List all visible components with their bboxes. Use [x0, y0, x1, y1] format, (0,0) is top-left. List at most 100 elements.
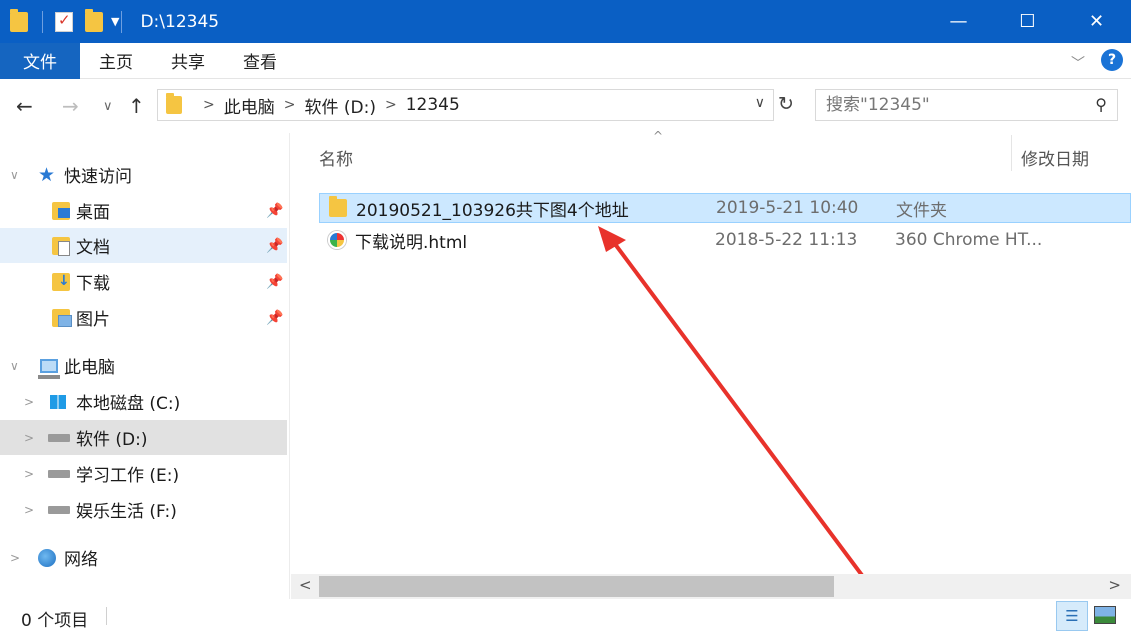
details-view-icon[interactable]: ☰	[1056, 601, 1088, 631]
refresh-icon[interactable]: ↻	[778, 93, 794, 115]
nav-drive-f[interactable]: > 娱乐生活 (F:)	[0, 492, 287, 527]
nav-label: 软件 (D:)	[76, 430, 148, 450]
collapse-chevron-icon[interactable]: ∨	[10, 359, 19, 373]
file-type: 360 Chrome HT...	[895, 230, 1043, 250]
expand-chevron-icon[interactable]: >	[24, 395, 34, 409]
file-name: 下载说明.html	[355, 232, 468, 253]
folder-icon	[10, 8, 28, 32]
tab-home[interactable]: 主页	[80, 43, 152, 79]
expand-chevron-icon[interactable]: >	[24, 431, 34, 445]
nav-label: 娱乐生活 (F:)	[76, 502, 177, 522]
minimize-button[interactable]: —	[924, 0, 993, 43]
tab-view[interactable]: 查看	[224, 43, 296, 79]
windows-drive-icon	[50, 394, 66, 409]
maximize-button[interactable]: ☐	[993, 0, 1062, 43]
nav-label: 桌面	[76, 203, 110, 223]
recent-locations-dropdown-icon[interactable]: ∨	[103, 99, 113, 114]
column-header-name[interactable]: 名称	[319, 145, 353, 170]
nav-item-downloads[interactable]: 下载 📌	[0, 264, 287, 299]
tab-share[interactable]: 共享	[152, 43, 224, 79]
address-bar[interactable]: > 此电脑 > 软件 (D:) > 12345 ∨	[157, 89, 774, 121]
pin-icon[interactable]: 📌	[266, 274, 283, 290]
table-row[interactable]: 20190521_103926共下图4个地址 2019-5-21 10:40 文…	[319, 193, 1131, 223]
close-button[interactable]: ✕	[1062, 0, 1131, 43]
navigation-pane: ∨ ★ 快速访问 桌面 📌 文档 📌 下载 📌 图片 📌 ∨ 此电脑 > 本地磁…	[0, 133, 290, 599]
pictures-folder-icon	[52, 308, 72, 327]
properties-icon[interactable]	[55, 11, 73, 32]
address-history-dropdown-icon[interactable]: ∨	[755, 95, 765, 111]
up-arrow-icon[interactable]: ↑	[128, 94, 145, 118]
file-name: 20190521_103926共下图4个地址	[356, 200, 629, 221]
tab-file[interactable]: 文件	[0, 42, 80, 79]
ribbon-tabs: 文件 主页 共享 查看 ﹀ ?	[0, 42, 1131, 79]
nav-item-documents[interactable]: 文档 📌	[0, 228, 287, 263]
file-date: 2018-5-22 11:13	[715, 230, 858, 250]
column-divider[interactable]	[1011, 135, 1012, 171]
nav-this-pc[interactable]: ∨ 此电脑	[0, 348, 287, 383]
nav-label: 网络	[64, 550, 98, 570]
chevron-right-icon[interactable]: >	[284, 97, 296, 113]
pin-icon[interactable]: 📌	[266, 310, 283, 326]
back-arrow-icon[interactable]: ←	[16, 94, 33, 118]
column-header-date[interactable]: 修改日期	[1021, 145, 1089, 170]
quick-access-toolbar: ▼	[0, 0, 134, 43]
folder-icon	[329, 196, 347, 217]
nav-drive-e[interactable]: > 学习工作 (E:)	[0, 456, 287, 491]
downloads-folder-icon	[52, 272, 70, 291]
large-icons-view-icon[interactable]	[1094, 606, 1116, 624]
expand-ribbon-chevron-icon[interactable]: ﹀	[1071, 53, 1085, 72]
breadcrumb-12345[interactable]: 12345	[406, 95, 460, 115]
nav-item-pictures[interactable]: 图片 📌	[0, 300, 287, 335]
nav-label: 此电脑	[64, 358, 115, 378]
file-date: 2019-5-21 10:40	[716, 198, 859, 218]
pin-icon[interactable]: 📌	[266, 238, 283, 254]
search-box[interactable]: ⚲	[815, 89, 1118, 121]
scroll-left-icon[interactable]: <	[299, 576, 312, 594]
help-icon[interactable]: ?	[1101, 49, 1123, 71]
status-divider	[106, 607, 107, 625]
collapse-chevron-icon[interactable]: ∨	[10, 168, 19, 182]
nav-drive-d[interactable]: > 软件 (D:)	[0, 420, 287, 455]
star-icon: ★	[38, 163, 56, 186]
drive-icon	[48, 506, 70, 514]
search-icon[interactable]: ⚲	[1095, 95, 1107, 114]
item-count: 0 个项目	[21, 611, 89, 631]
network-icon	[38, 548, 56, 567]
pin-icon[interactable]: 📌	[266, 203, 283, 219]
search-input[interactable]	[826, 95, 1076, 115]
table-row[interactable]: 下载说明.html 2018-5-22 11:13 360 Chrome HT.…	[319, 225, 1131, 255]
customize-toolbar-dropdown-icon[interactable]: ▼	[111, 15, 119, 28]
breadcrumb-drive-d[interactable]: 软件 (D:)	[304, 93, 376, 118]
expand-chevron-icon[interactable]: >	[24, 467, 34, 481]
file-type: 文件夹	[896, 200, 947, 221]
sort-ascending-icon: ^	[653, 129, 664, 143]
chevron-right-icon[interactable]: >	[385, 97, 397, 113]
scroll-right-icon[interactable]: >	[1108, 576, 1121, 594]
nav-item-desktop[interactable]: 桌面 📌	[0, 193, 287, 228]
nav-label: 快速访问	[64, 167, 132, 187]
folder-icon	[166, 93, 182, 114]
nav-label: 下载	[76, 274, 110, 294]
desktop-folder-icon	[52, 201, 70, 220]
computer-icon	[38, 358, 60, 379]
chevron-right-icon[interactable]: >	[203, 97, 215, 113]
nav-drive-c[interactable]: > 本地磁盘 (C:)	[0, 384, 287, 419]
drive-icon	[48, 434, 70, 442]
title-bar: ▼ D:\12345 — ☐ ✕	[0, 0, 1131, 43]
forward-arrow-icon[interactable]: →	[62, 94, 79, 118]
navigation-bar: ← → ∨ ↑ > 此电脑 > 软件 (D:) > 12345 ∨ ↻ ⚲	[0, 80, 1131, 132]
new-folder-icon[interactable]	[85, 8, 103, 32]
scrollbar-thumb[interactable]	[319, 576, 834, 597]
drive-icon	[48, 470, 70, 478]
nav-quick-access[interactable]: ∨ ★ 快速访问	[0, 157, 287, 192]
file-list: ^ 名称 修改日期 20190521_103926共下图4个地址 2019-5-…	[291, 129, 1131, 574]
expand-chevron-icon[interactable]: >	[10, 551, 20, 565]
chrome-html-icon	[328, 231, 346, 249]
documents-folder-icon	[52, 236, 70, 256]
horizontal-scrollbar[interactable]: < >	[291, 574, 1131, 599]
nav-network[interactable]: > 网络	[0, 540, 287, 575]
expand-chevron-icon[interactable]: >	[24, 503, 34, 517]
status-bar: 0 个项目 ☰	[0, 599, 1131, 634]
toolbar-divider	[121, 10, 123, 33]
breadcrumb-this-pc[interactable]: 此电脑	[224, 93, 275, 118]
